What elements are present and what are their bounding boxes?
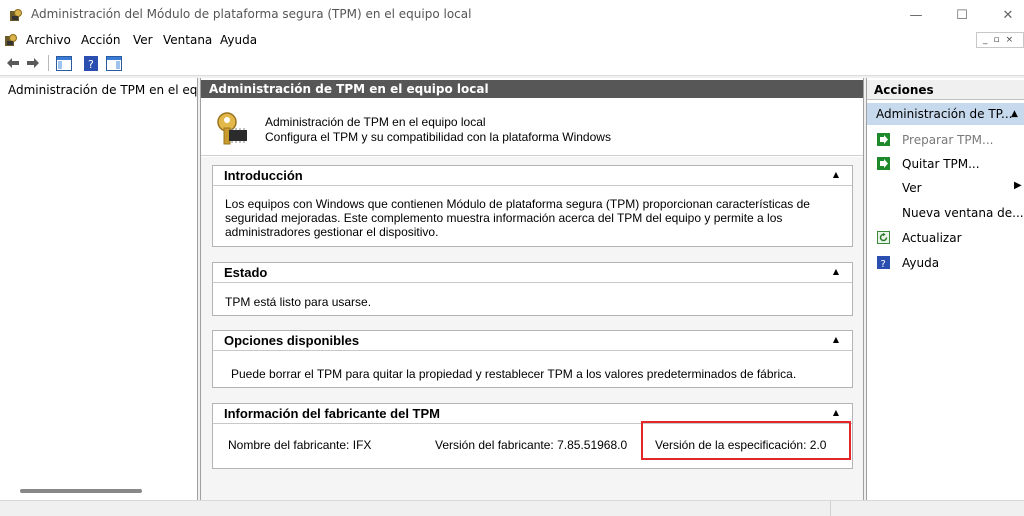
section-title[interactable]: Opciones disponibles xyxy=(213,331,852,351)
collapse-icon[interactable]: ▲ xyxy=(830,334,842,346)
mdi-close-icon[interactable]: × xyxy=(1006,35,1014,45)
menu-bar: Archivo Acción Ver Ventana Ayuda xyxy=(0,30,1024,50)
tpm-app-icon xyxy=(10,9,22,21)
system-menu-icon[interactable] xyxy=(4,33,18,47)
menu-accion[interactable]: Acción xyxy=(81,33,120,47)
manufacturer-name-value: IFX xyxy=(352,438,372,452)
action-ver[interactable]: Ver ▶ xyxy=(867,177,1024,199)
status-bar-segment xyxy=(830,501,1024,516)
action-nueva-ventana[interactable]: Nueva ventana de... xyxy=(867,202,1024,224)
status-bar xyxy=(0,500,1024,516)
toolbar-separator xyxy=(48,55,49,71)
sections-area: Introducción ▲ Los equipos con Windows q… xyxy=(201,157,863,500)
action-label: Actualizar xyxy=(902,231,962,245)
minimize-button[interactable]: — xyxy=(893,0,939,30)
maximize-icon: ☐ xyxy=(956,7,968,23)
manufacturer-name: Nombre del fabricante: IFX xyxy=(228,438,371,452)
section-body: Puede borrar el TPM para quitar la propi… xyxy=(231,367,797,381)
refresh-icon xyxy=(877,231,890,244)
menu-ayuda[interactable]: Ayuda xyxy=(220,33,257,47)
action-label: Preparar TPM... xyxy=(902,133,994,147)
collapse-icon[interactable]: ▲ xyxy=(1011,103,1018,125)
banner-title: Administración de TPM en el equipo local xyxy=(265,115,486,129)
section-title[interactable]: Introducción xyxy=(213,166,852,186)
mdi-minimize-icon[interactable]: _ xyxy=(983,35,988,45)
submenu-arrow-icon: ▶ xyxy=(1014,180,1022,191)
help-icon: ? xyxy=(877,256,890,269)
tpm-chip-key-icon xyxy=(217,112,247,145)
action-quitar-tpm[interactable]: Quitar TPM... xyxy=(867,153,1024,175)
collapse-icon[interactable]: ▲ xyxy=(830,266,842,278)
menu-archivo[interactable]: Archivo xyxy=(26,33,71,47)
menu-ventana[interactable]: Ventana xyxy=(163,33,212,47)
banner-subtitle: Configura el TPM y su compatibilidad con… xyxy=(265,130,611,144)
tree-item-tpm[interactable]: Administración de TPM en el equipo local xyxy=(4,81,198,99)
snapin-banner: Administración de TPM en el equipo local… xyxy=(201,100,863,156)
green-arrow-icon xyxy=(877,157,890,170)
action-label: Quitar TPM... xyxy=(902,157,980,171)
actions-group-header[interactable]: Administración de TP... ▲ xyxy=(867,103,1024,125)
help-button[interactable]: ? xyxy=(83,55,99,71)
maximize-button[interactable]: ☐ xyxy=(939,0,985,30)
svg-text:?: ? xyxy=(88,58,94,71)
section-body: TPM está listo para usarse. xyxy=(225,295,372,309)
title-bar: Administración del Módulo de plataforma … xyxy=(0,0,1024,30)
action-label: Ayuda xyxy=(902,256,940,270)
back-icon xyxy=(7,58,19,68)
close-icon: ✕ xyxy=(1002,7,1014,23)
window-title: Administración del Módulo de plataforma … xyxy=(31,7,472,21)
tree-item-label: Administración de TPM en el equipo local xyxy=(8,83,198,97)
result-pane: Administración de TPM en el equipo local… xyxy=(200,78,864,500)
section-introduccion: Introducción ▲ Los equipos con Windows q… xyxy=(212,165,853,247)
actions-header: Acciones xyxy=(867,80,1024,100)
section-opciones: Opciones disponibles ▲ Puede borrar el T… xyxy=(212,330,853,388)
toolbar: ? xyxy=(0,50,1024,76)
close-button[interactable]: ✕ xyxy=(985,0,1024,30)
menu-ver[interactable]: Ver xyxy=(133,33,153,47)
action-actualizar[interactable]: Actualizar xyxy=(867,227,1024,249)
action-label: Ver xyxy=(902,181,922,195)
collapse-icon[interactable]: ▲ xyxy=(830,169,842,181)
action-preparar-tpm[interactable]: Preparar TPM... xyxy=(867,129,1024,151)
mdi-window-controls[interactable]: _ ▫ × xyxy=(976,32,1024,48)
green-arrow-icon xyxy=(877,133,890,146)
section-title[interactable]: Estado xyxy=(213,263,852,283)
show-hide-action-pane-icon xyxy=(106,55,122,71)
show-hide-console-tree-icon xyxy=(56,55,72,71)
back-button[interactable] xyxy=(5,55,21,71)
manufacturer-version-value: 7.85.51968.0 xyxy=(557,438,628,452)
manufacturer-name-label: Nombre del fabricante: xyxy=(228,438,350,452)
mdi-restore-icon[interactable]: ▫ xyxy=(994,35,1000,45)
action-label: Nueva ventana de... xyxy=(902,206,1024,220)
manufacturer-version-label: Versión del fabricante: xyxy=(435,438,554,452)
svg-text:?: ? xyxy=(881,259,886,269)
manufacturer-version: Versión del fabricante: 7.85.51968.0 xyxy=(435,438,627,452)
minimize-icon: — xyxy=(909,7,923,23)
result-pane-header: Administración de TPM en el equipo local xyxy=(201,80,863,98)
actions-group-label: Administración de TP... xyxy=(876,107,1013,121)
forward-icon xyxy=(27,58,39,68)
forward-button[interactable] xyxy=(25,55,41,71)
console-tree: Administración de TPM en el equipo local xyxy=(0,78,198,500)
section-fabricante: Información del fabricante del TPM ▲ Nom… xyxy=(212,403,853,469)
action-ayuda[interactable]: ? Ayuda xyxy=(867,252,1024,274)
horizontal-scrollbar[interactable] xyxy=(20,489,142,493)
section-body: Los equipos con Windows que contienen Mó… xyxy=(225,197,810,239)
highlight-box xyxy=(641,421,851,460)
section-estado: Estado ▲ TPM está listo para usarse. xyxy=(212,262,853,316)
help-icon: ? xyxy=(84,55,98,71)
show-hide-action-pane-button[interactable] xyxy=(105,55,123,71)
actions-pane: Acciones Administración de TP... ▲ Prepa… xyxy=(866,78,1024,500)
collapse-icon[interactable]: ▲ xyxy=(830,407,842,419)
show-hide-console-tree-button[interactable] xyxy=(55,55,73,71)
